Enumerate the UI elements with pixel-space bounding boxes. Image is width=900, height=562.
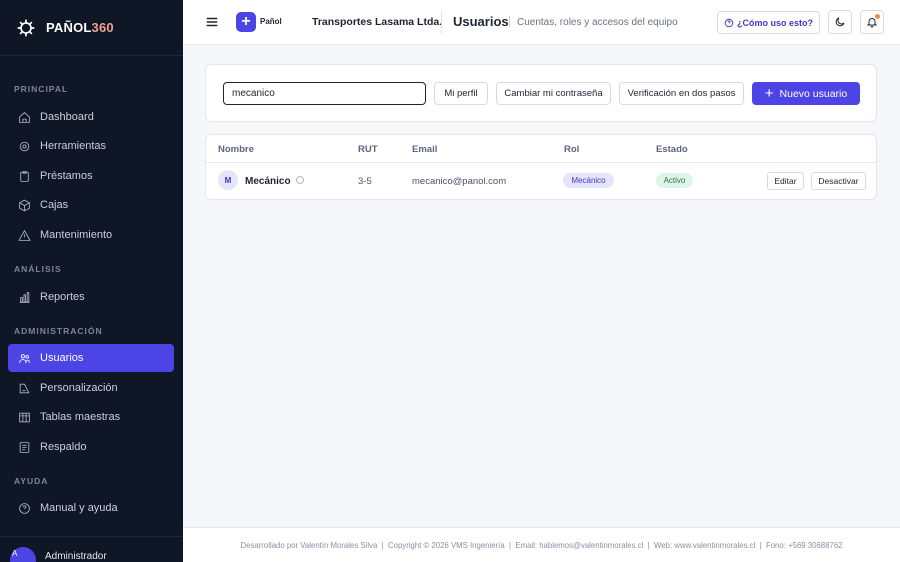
sidebar-item-label: Dashboard: [40, 111, 94, 123]
help-circle-icon: [724, 18, 734, 27]
sidebar-item-respaldo[interactable]: Respaldo: [8, 433, 174, 461]
header-divider: [441, 12, 442, 34]
user-name-cell: Mecánico: [245, 176, 291, 187]
new-user-label: Nuevo usuario: [779, 87, 848, 100]
header-divider: [206, 162, 876, 163]
sidebar-item-cajas[interactable]: Cajas: [8, 191, 174, 219]
gear-logo-icon: [17, 19, 35, 36]
search-input[interactable]: [223, 82, 426, 105]
sidebar-item-label: Mantenimiento: [40, 229, 113, 241]
help-button-label: ¿Cómo uso esto?: [737, 17, 813, 28]
gear-icon: [19, 141, 30, 151]
sidebar-item-tablas-maestras[interactable]: Tablas maestras: [8, 403, 174, 431]
column-header-nombre[interactable]: Nombre: [218, 144, 254, 155]
change-password-button[interactable]: Cambiar mi contraseña: [496, 82, 611, 105]
sidebar-item-prestamos[interactable]: Préstamos: [8, 162, 174, 190]
menu-icon[interactable]: [205, 15, 219, 29]
sidebar-item-label: Cajas: [40, 199, 69, 211]
clipboard-icon: [20, 170, 29, 182]
notifications-button[interactable]: [860, 10, 884, 34]
moon-icon: [835, 17, 845, 27]
rut-cell: 3-5: [358, 176, 372, 187]
sidebar-item-manual[interactable]: Manual y ayuda: [8, 494, 174, 522]
column-header-estado[interactable]: Estado: [656, 144, 688, 155]
sidebar-item-label: Préstamos: [40, 170, 93, 182]
logo-label: Pañol: [260, 17, 282, 26]
section-title-analisis: ANÁLISIS: [14, 264, 62, 274]
user-name: Administrador: [45, 551, 107, 562]
plus-logo-icon[interactable]: +: [236, 12, 256, 32]
brand[interactable]: PAÑOL360: [0, 0, 183, 56]
top-header: + Pañol Transportes Lasama Ltda. Usuario…: [183, 0, 900, 45]
palette-icon: [19, 383, 30, 393]
new-user-button[interactable]: + Nuevo usuario: [752, 82, 860, 105]
status-badge: Activo: [656, 173, 693, 188]
help-button[interactable]: ¿Cómo uso esto?: [717, 11, 820, 34]
deactivate-button[interactable]: Desactivar: [811, 172, 866, 190]
users-toolbar: Mi perfil Cambiar mi contraseña Verifica…: [205, 64, 877, 122]
column-header-rol[interactable]: Rol: [564, 144, 579, 155]
sidebar: PAÑOL360 PRINCIPAL Dashboard Herramienta…: [0, 0, 183, 562]
footer-text: Desarrollado por Valentín Morales Silva …: [240, 540, 843, 550]
sidebar-item-label: Usuarios: [40, 352, 84, 364]
brand-name: PAÑOL360: [46, 20, 114, 35]
sidebar-item-label: Respaldo: [40, 441, 87, 453]
help-icon: [19, 502, 30, 514]
sidebar-item-usuarios[interactable]: Usuarios: [8, 344, 174, 372]
sidebar-item-label: Herramientas: [40, 140, 107, 152]
home-icon: [19, 111, 30, 123]
section-title-principal: PRINCIPAL: [14, 84, 69, 94]
user-avatar: M: [218, 170, 238, 190]
table-icon: [19, 412, 30, 422]
status-ring-icon: [296, 176, 304, 184]
sidebar-item-herramientas[interactable]: Herramientas: [8, 132, 174, 160]
company-name: Transportes Lasama Ltda.: [312, 16, 443, 28]
edit-button[interactable]: Editar: [767, 172, 804, 190]
sidebar-item-label: Personalización: [40, 382, 118, 394]
sidebar-item-label: Reportes: [40, 291, 85, 303]
column-header-email[interactable]: Email: [412, 144, 437, 155]
my-profile-button[interactable]: Mi perfil: [434, 82, 488, 105]
theme-toggle-button[interactable]: [828, 10, 852, 34]
page-title: Usuarios: [453, 14, 509, 29]
users-icon: [19, 353, 30, 363]
page-subtitle: Cuentas, roles y accesos del equipo: [517, 17, 678, 28]
sidebar-item-mantenimiento[interactable]: Mantenimiento: [8, 221, 174, 249]
email-cell: mecanico@panol.com: [412, 176, 507, 187]
warning-icon: [18, 229, 31, 241]
box-icon: [19, 199, 30, 211]
sidebar-item-label: Tablas maestras: [40, 411, 121, 423]
avatar[interactable]: A: [10, 547, 36, 562]
users-table: Nombre RUT Email Rol Estado M Mecánico 3…: [205, 134, 877, 200]
sidebar-item-dashboard[interactable]: Dashboard: [8, 103, 174, 131]
bar-chart-icon: [19, 291, 30, 303]
sidebar-item-label: Manual y ayuda: [40, 502, 118, 514]
two-step-verification-button[interactable]: Verificación en dos pasos: [619, 82, 744, 105]
section-title-ayuda: AYUDA: [14, 476, 49, 486]
archive-icon: [19, 441, 30, 453]
section-title-administracion: ADMINISTRACIÓN: [14, 326, 103, 336]
notification-dot: [875, 14, 880, 19]
column-header-rut[interactable]: RUT: [358, 144, 378, 155]
sidebar-item-reportes[interactable]: Reportes: [8, 283, 174, 311]
role-badge: Mecánico: [563, 173, 614, 188]
title-separator: |: [508, 15, 511, 27]
user-area[interactable]: A Administrador: [0, 536, 183, 562]
plus-icon: +: [764, 85, 774, 102]
sidebar-item-personalizacion[interactable]: Personalización: [8, 374, 174, 402]
footer: Desarrollado por Valentín Morales Silva …: [183, 527, 900, 562]
